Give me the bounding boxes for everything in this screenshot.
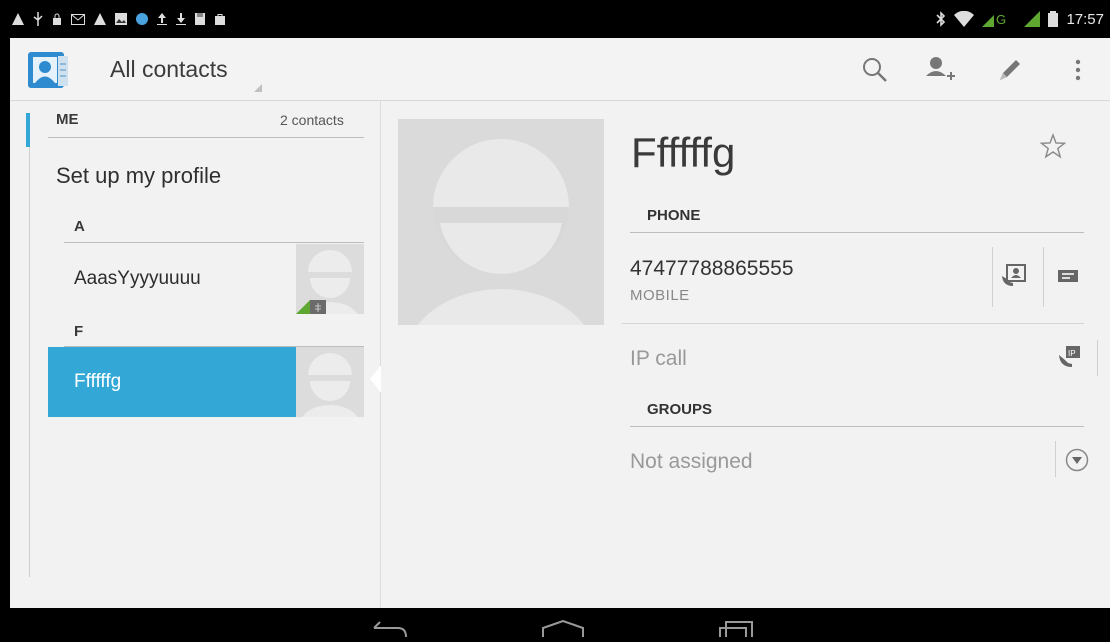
setup-profile-item[interactable]: Set up my profile: [56, 163, 221, 189]
edit-icon: [1000, 60, 1020, 80]
favorite-star-button[interactable]: [1039, 133, 1067, 164]
page-title[interactable]: All contacts: [110, 56, 228, 83]
recent-apps-icon: [719, 621, 753, 637]
clock: 17:57: [1066, 10, 1104, 28]
recent-apps-button[interactable]: [718, 620, 754, 642]
contact-list[interactable]: ME 2 contacts Set up my profile A AaasYy…: [10, 101, 381, 608]
message-action-divider: [1043, 247, 1044, 307]
avatar-placeholder-icon: [296, 250, 358, 314]
contact-thumbnail: [296, 347, 364, 417]
phone-action-divider: [992, 247, 993, 307]
message-icon: [1058, 270, 1078, 282]
contact-count: 2 contacts: [280, 112, 344, 128]
download-icon: [176, 13, 186, 25]
edit-button[interactable]: [990, 50, 1030, 90]
phone-section-header: PHONE: [647, 207, 701, 224]
back-icon: [373, 621, 407, 638]
list-item-aaasyyyyuuuu[interactable]: AaasYyyyuuuu: [48, 244, 364, 314]
wifi-icon: [954, 11, 975, 27]
phone-number: 47477788865555: [630, 257, 794, 280]
bluetooth-icon: [936, 11, 946, 27]
groups-section-header: GROUPS: [647, 401, 713, 418]
lock-icon: [53, 13, 61, 25]
groups-value[interactable]: Not assigned: [630, 450, 753, 474]
section-header-f: F: [74, 323, 84, 340]
upload-icon: [157, 13, 167, 25]
overflow-menu-button[interactable]: [1058, 50, 1098, 90]
search-button[interactable]: [855, 50, 895, 90]
shopping-bag-icon: [215, 14, 225, 25]
ip-call-icon: IP: [1059, 346, 1080, 367]
battery-icon: [1048, 11, 1059, 27]
phone-bottom-divider: [622, 323, 1084, 324]
usb-icon: [33, 12, 43, 26]
avatar-placeholder-icon: [302, 353, 358, 417]
ip-call-divider: [1097, 340, 1098, 376]
star-icon: [1039, 133, 1067, 159]
contact-photo[interactable]: [398, 119, 604, 325]
navigation-bar: [0, 608, 1110, 638]
status-bar: G 17:57: [0, 0, 1110, 38]
contact-detail: Ffffffg PHONE 47477788865555 MOBILE IP c…: [381, 101, 1110, 608]
phone-divider: [630, 232, 1084, 233]
content-area: ME 2 contacts Set up my profile A AaasYy…: [10, 101, 1110, 608]
me-divider: [48, 137, 364, 138]
overflow-menu-icon: [1075, 59, 1081, 81]
list-item-ffffffg-selected[interactable]: Ffffffg: [48, 347, 364, 417]
signal-g-icon: G: [982, 12, 1007, 27]
chevron-down-circle-icon: [1065, 448, 1089, 472]
system-icons: G 17:57: [936, 8, 1104, 30]
dropdown-indicator-icon: [254, 84, 262, 92]
contact-thumbnail: [296, 244, 364, 314]
groups-dropdown-button[interactable]: [1063, 446, 1091, 474]
contact-name: Ffffffg: [74, 371, 122, 392]
avatar-placeholder-icon: [417, 139, 585, 325]
contacts-app-icon[interactable]: [28, 50, 70, 95]
me-indicator: [26, 113, 30, 147]
image-icon: [115, 13, 127, 25]
section-divider-a: [64, 242, 364, 243]
contact-name-heading: Ffffffg: [631, 129, 736, 176]
add-contact-button[interactable]: [920, 50, 960, 90]
cell-signal-icon: [1024, 11, 1041, 27]
search-icon: [863, 58, 887, 82]
home-icon: [542, 619, 584, 637]
action-bar: All contacts: [10, 38, 1110, 101]
sd-card-icon: [195, 13, 205, 25]
add-contact-icon: [926, 57, 955, 80]
contact-name: AaasYyyyuuuu: [74, 268, 201, 289]
svg-text:G: G: [996, 12, 1006, 27]
mail-icon: [71, 13, 85, 25]
send-message-button[interactable]: [1053, 263, 1083, 291]
groups-action-divider: [1055, 441, 1056, 477]
warning-icon-2: [94, 13, 106, 25]
svg-text:IP: IP: [1068, 349, 1076, 358]
home-button[interactable]: [541, 619, 585, 642]
notification-icons: [12, 8, 226, 30]
me-header: ME: [56, 111, 79, 128]
ip-call-button[interactable]: IP: [1057, 343, 1085, 371]
groups-divider: [630, 426, 1084, 427]
contact-card-call-icon: [1002, 264, 1026, 286]
globe-icon: [136, 13, 148, 25]
ip-call-item[interactable]: IP call: [630, 347, 687, 371]
section-header-a: A: [74, 218, 85, 235]
fast-scroll-track[interactable]: [29, 147, 30, 577]
phone-type: MOBILE: [630, 287, 690, 304]
back-button[interactable]: [372, 620, 408, 642]
warning-icon: [12, 13, 24, 25]
video-call-button[interactable]: [999, 261, 1029, 291]
